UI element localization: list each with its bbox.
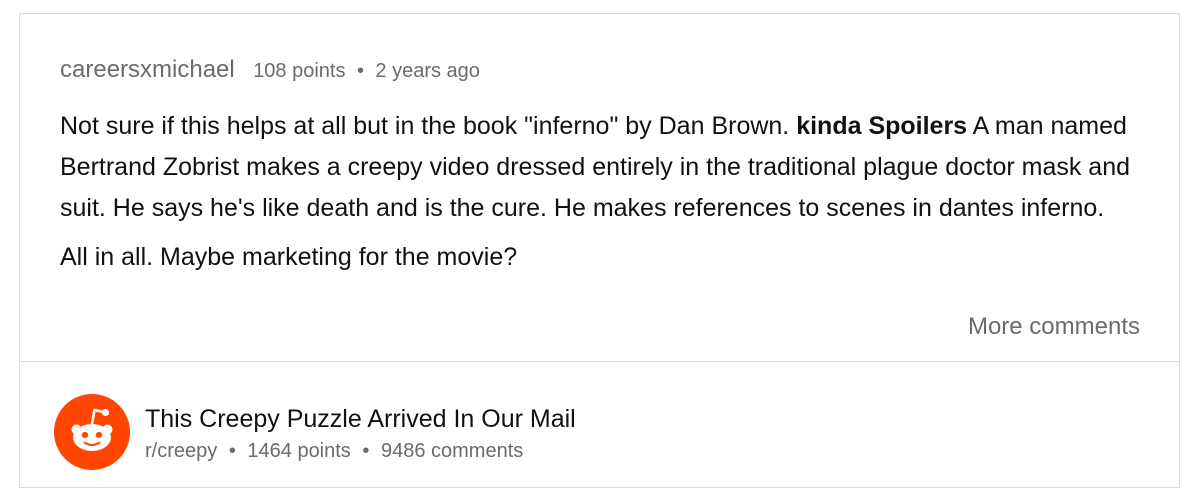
post-points: 1464 points (247, 440, 351, 462)
more-comments-link[interactable]: More comments (968, 312, 1140, 342)
meta-separator: • (356, 60, 364, 82)
comment-paragraph-1: Not sure if this helps at all but in the… (60, 106, 1145, 229)
comment-author[interactable]: careersxmichael (60, 56, 235, 83)
comment-bold-text: kinda Spoilers (796, 112, 968, 140)
meta-separator: • (228, 440, 236, 462)
comment-paragraph-2: All in all. Maybe marketing for the movi… (60, 243, 518, 271)
post-subreddit[interactable]: r/creepy (145, 440, 217, 462)
comment-body: Not sure if this helps at all but in the… (60, 106, 1145, 278)
comment-text-before-bold: Not sure if this helps at all but in the… (60, 112, 797, 140)
comment-card: careersxmichael 108 points • 2 years ago… (19, 13, 1180, 488)
comment-points: 108 points (253, 60, 346, 82)
comment: careersxmichael 108 points • 2 years ago… (20, 14, 1179, 362)
comment-meta: careersxmichael 108 points • 2 years ago (60, 56, 480, 87)
comment-age: 2 years ago (375, 60, 480, 82)
post-title[interactable]: This Creepy Puzzle Arrived In Our Mail (145, 404, 576, 434)
post-link[interactable]: This Creepy Puzzle Arrived In Our Mail r… (20, 362, 1179, 487)
reddit-alien-icon (54, 394, 130, 470)
meta-separator: • (362, 440, 370, 462)
post-meta: r/creepy • 1464 points • 9486 comments (145, 438, 523, 464)
post-comments-count[interactable]: 9486 comments (381, 440, 523, 462)
